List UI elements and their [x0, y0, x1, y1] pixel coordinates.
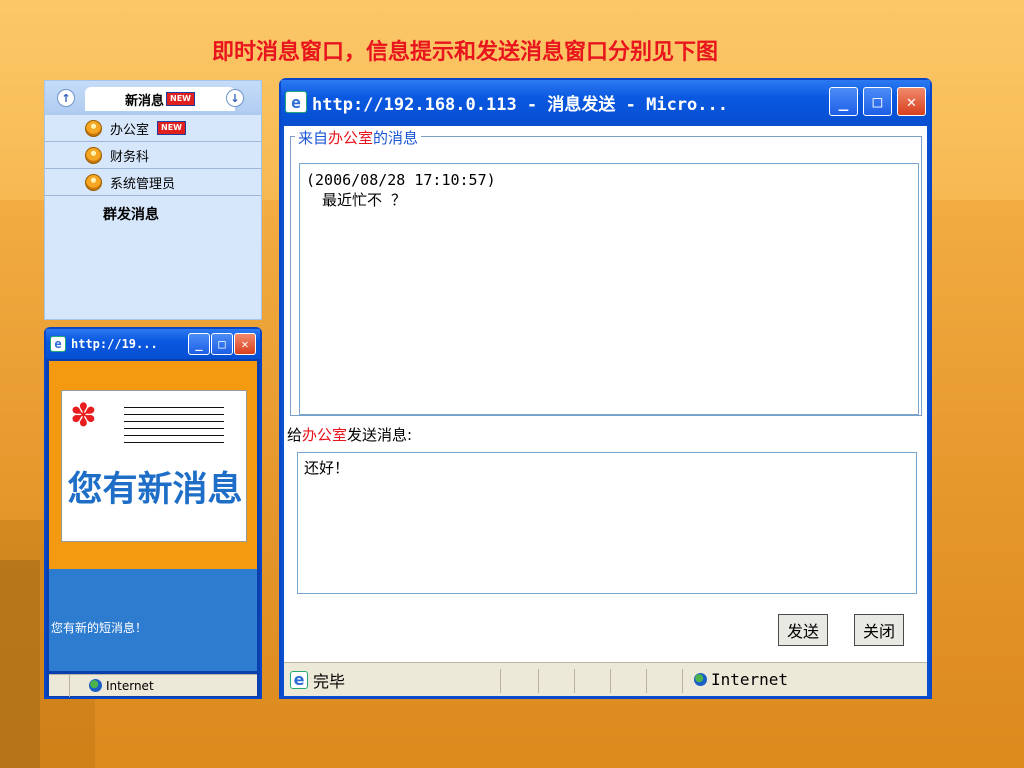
reply-target: 办公室 — [302, 426, 348, 444]
globe-icon — [694, 673, 707, 686]
popup-notice-area[interactable]: 您有新的短消息！ — [49, 569, 257, 671]
contact-panel-header: ↑ 新消息 NEW ↓ — [45, 81, 261, 115]
close-button[interactable]: ✕ — [897, 87, 926, 116]
group-message-link[interactable]: 群发消息 — [45, 204, 261, 224]
status-separator — [610, 669, 611, 693]
minimize-button[interactable]: _ — [829, 87, 858, 116]
contact-item-finance[interactable]: 财务科 — [45, 142, 261, 169]
legend-prefix: 来自 — [298, 129, 329, 147]
tab-label: 新消息 — [125, 93, 165, 109]
contact-label: 办公室 — [110, 122, 150, 138]
status-text: 完毕 — [313, 671, 346, 691]
popup-body: ✽ 您有新消息 您有新的短消息！ — [49, 361, 257, 671]
user-icon — [85, 146, 102, 164]
status-zone-label: Internet — [711, 670, 789, 689]
contact-item-office[interactable]: 办公室 NEW — [45, 115, 261, 142]
reply-prefix: 给 — [287, 426, 303, 444]
window-content: 来自办公室的消息 (2006/08/28 17:10:57) 最近忙不 ？ 给办… — [284, 126, 927, 696]
send-button[interactable]: 发送 — [778, 614, 829, 646]
maximize-button[interactable]: □ — [863, 87, 892, 116]
received-message-box[interactable]: (2006/08/28 17:10:57) 最近忙不 ？ — [299, 163, 919, 415]
status-separator — [574, 669, 575, 693]
reply-suffix: 发送消息: — [347, 426, 413, 444]
ie-page-icon: e — [290, 670, 308, 689]
reply-textarea[interactable]: 还好！ — [297, 452, 917, 594]
status-zone: Internet — [694, 670, 788, 689]
legend-suffix: 的消息 — [373, 129, 419, 147]
letter-lines — [124, 407, 224, 449]
received-legend: 来自办公室的消息 — [295, 127, 422, 148]
contact-label: 系统管理员 — [110, 176, 176, 192]
popup-titlebar[interactable]: e http://19... _ □ ✕ — [46, 329, 260, 359]
window-title: http://192.168.0.113 - 消息发送 - Micro... — [312, 94, 728, 115]
maximize-button[interactable]: □ — [211, 333, 233, 355]
status-separator — [646, 669, 647, 693]
user-icon — [85, 173, 102, 191]
slide-title: 即时消息窗口，信息提示和发送消息窗口分别见下图 — [211, 39, 718, 65]
status-separator — [500, 669, 501, 693]
message-window: e http://192.168.0.113 - 消息发送 - Micro...… — [279, 78, 932, 699]
new-badge: NEW — [157, 121, 186, 135]
contact-label: 财务科 — [110, 149, 150, 165]
received-message-group: 来自办公室的消息 (2006/08/28 17:10:57) 最近忙不 ？ — [290, 127, 922, 416]
window-titlebar[interactable]: e http://192.168.0.113 - 消息发送 - Micro...… — [281, 80, 930, 124]
close-dialog-button[interactable]: 关闭 — [854, 614, 905, 646]
close-button[interactable]: ✕ — [234, 333, 256, 355]
reply-label: 给办公室发送消息: — [287, 424, 412, 445]
status-separator — [682, 669, 683, 693]
arrow-up-icon[interactable]: ↑ — [57, 89, 75, 107]
popup-notice[interactable]: 您有新的短消息！ — [51, 619, 147, 636]
message-card: ✽ 您有新消息 — [61, 390, 247, 542]
status-separator — [69, 675, 70, 697]
ribbon-bow-icon: ✽ — [70, 396, 97, 434]
popup-statusbar: Internet — [49, 674, 257, 697]
minimize-button[interactable]: _ — [188, 333, 210, 355]
ie-icon: e — [285, 91, 307, 113]
globe-icon — [89, 679, 102, 692]
popup-title: http://19... — [71, 337, 158, 351]
notification-popup: e http://19... _ □ ✕ ✽ 您有新消息 您有新的短消息！ In… — [44, 327, 262, 699]
tab-new-messages[interactable]: 新消息 NEW — [85, 87, 235, 111]
status-separator — [538, 669, 539, 693]
new-message-banner: 您有新消息 — [67, 470, 243, 509]
new-badge: NEW — [166, 92, 195, 106]
arrow-down-icon[interactable]: ↓ — [226, 89, 244, 107]
status-zone-label: Internet — [106, 678, 154, 693]
sender-name: 办公室 — [328, 129, 374, 147]
message-timestamp: (2006/08/28 17:10:57) — [306, 171, 496, 189]
window-statusbar: e 完毕 Internet — [284, 662, 927, 696]
status-zone: Internet — [89, 679, 154, 693]
contact-item-admin[interactable]: 系统管理员 — [45, 169, 261, 196]
message-text: 最近忙不 ？ — [322, 191, 407, 209]
background-block-dark — [0, 560, 40, 768]
contact-panel: ↑ 新消息 NEW ↓ 办公室 NEW 财务科 系统管理员 群发消息 — [44, 80, 262, 320]
user-icon — [85, 119, 102, 137]
ie-icon: e — [50, 336, 66, 352]
